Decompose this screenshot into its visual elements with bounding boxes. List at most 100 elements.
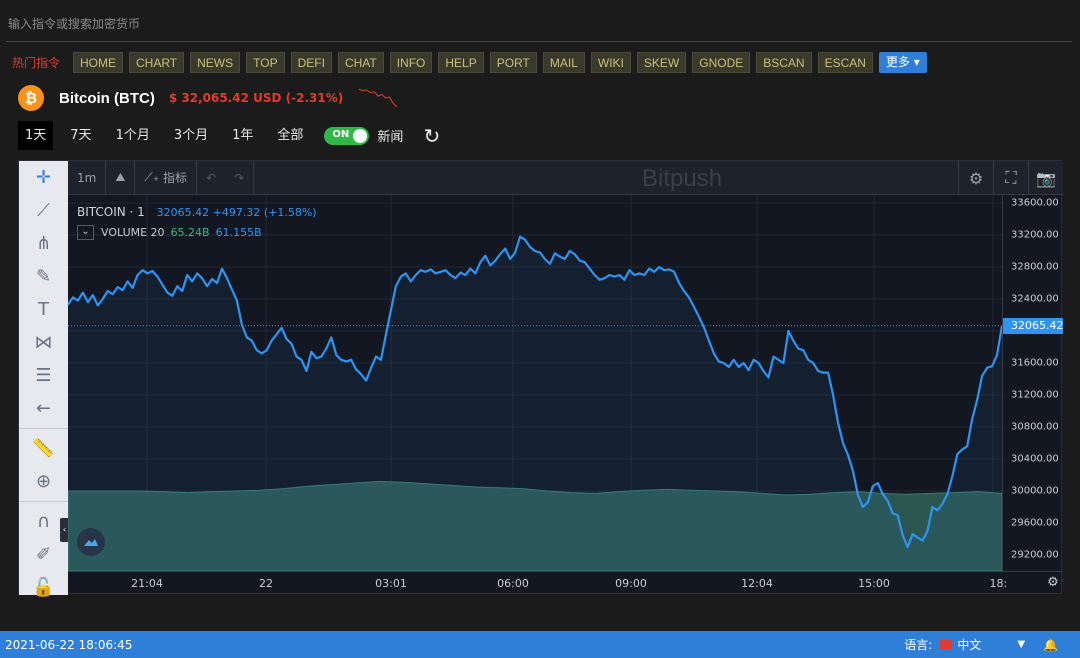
indicators-button[interactable]: ⟋₊ 指标	[135, 160, 197, 195]
notification-bell-icon[interactable]: 🔔	[1043, 638, 1058, 652]
x-tick-label: 09:00	[615, 577, 647, 590]
y-tick-label: 31200.00	[1011, 389, 1059, 401]
news-toggle-label: ON	[332, 128, 350, 140]
camera-snapshot-icon[interactable]: 📷	[1028, 161, 1063, 195]
chart-top-toolbar: 1m ⛰ ⟋₊ 指标 ↶ ↷ Bitpush ⚙ ⛶ 📷	[68, 160, 1063, 195]
prediction-tool-icon[interactable]: ☰	[19, 359, 68, 392]
price-sparkline	[358, 88, 398, 108]
cmd-home-button[interactable]: HOME	[73, 51, 124, 73]
china-flag-icon	[940, 640, 953, 649]
range-1d-button[interactable]: 1天	[18, 121, 54, 150]
command-search[interactable]	[6, 10, 1072, 42]
range-1m-button[interactable]: 1个月	[109, 121, 157, 150]
x-tick-label: 03:01	[375, 577, 407, 590]
volume-legend: ⌄ VOLUME 20 65.24B 61.155B	[77, 225, 262, 240]
x-tick-label: 22	[259, 577, 273, 590]
fork-tool-icon[interactable]: ⋔	[19, 227, 68, 260]
series-symbol: BITCOIN · 1	[77, 205, 145, 219]
lock-drawing-icon[interactable]: ✐	[19, 538, 68, 571]
tool-divider	[19, 501, 68, 502]
settings-gear-icon[interactable]: ⚙	[958, 161, 993, 195]
language-label: 语言:	[904, 638, 933, 652]
x-tick-label: 21:04	[131, 577, 163, 590]
x-tick-label: 12:04	[741, 577, 773, 590]
cmd-help-button[interactable]: HELP	[438, 51, 484, 73]
x-tick-label: 18:	[989, 577, 1008, 590]
cmd-top-button[interactable]: TOP	[246, 51, 285, 73]
more-commands-label: 更多	[885, 54, 910, 69]
status-datetime: 2021-06-22 18:06:45	[5, 637, 133, 652]
collapse-legend-icon[interactable]: ⌄	[77, 225, 94, 240]
cmd-news-button[interactable]: NEWS	[190, 51, 241, 73]
refresh-icon[interactable]: ↻	[423, 124, 440, 148]
news-label: 新闻	[377, 130, 404, 145]
y-tick-label: 32400.00	[1011, 293, 1059, 305]
zoom-in-icon[interactable]: ⊕	[19, 465, 68, 498]
y-tick-label: 32800.00	[1011, 261, 1059, 273]
volume-value-1: 65.24B	[170, 226, 210, 239]
chart-style-icon[interactable]: ⛰	[106, 160, 136, 195]
indicators-icon: ⟋₊	[144, 170, 163, 184]
pattern-tool-icon[interactable]: ⋈	[19, 326, 68, 359]
text-tool-icon[interactable]: T	[19, 293, 68, 326]
trend-line-icon[interactable]: ⟋	[19, 194, 68, 227]
price-axis[interactable]: 33600.0033200.0032800.0032400.0032000.00…	[1002, 195, 1064, 571]
cmd-chart-button[interactable]: CHART	[129, 51, 185, 73]
x-tick-label: 15:00	[858, 577, 890, 590]
cmd-skew-button[interactable]: SKEW	[636, 51, 687, 73]
cmd-gnode-button[interactable]: GNODE	[692, 51, 751, 73]
arrow-left-icon[interactable]: ←	[19, 392, 68, 425]
time-axis[interactable]: ⚙ 21:04 22 03:01 06:00 09:00 12:04 15:00 18:	[68, 571, 1063, 595]
y-tick-label: 30400.00	[1011, 453, 1059, 465]
brush-icon[interactable]: ✎	[19, 260, 68, 293]
cmd-info-button[interactable]: INFO	[389, 51, 433, 73]
hot-commands-bar: 热门指令 HOME CHART NEWS TOP DEFI CHAT INFO …	[12, 51, 927, 73]
bitcoin-logo-icon: ₿	[18, 85, 44, 111]
y-tick-label: 33600.00	[1011, 197, 1059, 209]
y-tick-label: 30000.00	[1011, 485, 1059, 497]
fullscreen-icon[interactable]: ⛶	[993, 161, 1028, 195]
lock-icon[interactable]: 🔓	[19, 571, 68, 604]
cmd-defi-button[interactable]: DEFI	[290, 51, 332, 73]
redo-icon[interactable]: ↷	[225, 160, 255, 195]
range-7d-button[interactable]: 7天	[63, 121, 98, 150]
coin-price: $ 32,065.42 USD (-2.31%)	[168, 91, 344, 105]
cmd-chat-button[interactable]: CHAT	[337, 51, 384, 73]
indicators-label: 指标	[162, 171, 187, 185]
crosshair-icon[interactable]: ✛	[19, 161, 68, 194]
hot-commands-label: 热门指令	[12, 55, 61, 70]
range-1y-button[interactable]: 1年	[225, 121, 260, 150]
coin-name: Bitcoin (BTC)	[59, 89, 155, 107]
interval-button[interactable]: 1m	[68, 160, 107, 195]
language-value[interactable]: 中文	[957, 636, 981, 653]
range-3m-button[interactable]: 3个月	[167, 121, 215, 150]
language-dropdown-icon[interactable]: ▼	[1017, 639, 1025, 650]
volume-label: VOLUME 20	[101, 226, 165, 239]
price-area-fill	[68, 236, 1002, 571]
tool-divider	[19, 428, 68, 429]
more-commands-button[interactable]: 更多 ▾	[878, 51, 927, 73]
volume-value-2: 61.155B	[215, 226, 262, 239]
range-all-button[interactable]: 全部	[270, 121, 310, 150]
chart-widget: ✛ ⟋ ⋔ ✎ T ⋈ ☰ ← 📏 ⊕ ∩ ✐ 🔓 ‹ 1m ⛰ ⟋₊ 指标 ↶…	[18, 160, 1064, 598]
cmd-port-button[interactable]: PORT	[489, 51, 537, 73]
caret-down-icon: ▾	[913, 54, 920, 69]
news-toggle[interactable]: ON	[324, 126, 370, 145]
cmd-bscan-button[interactable]: BSCAN	[756, 51, 812, 73]
tradingview-logo-icon[interactable]	[77, 528, 105, 556]
ruler-icon[interactable]: 📏	[19, 432, 68, 465]
series-legend: BITCOIN · 1 32065.42 +497.32 (+1.58%)	[77, 205, 317, 219]
cmd-mail-button[interactable]: MAIL	[542, 51, 585, 73]
y-tick-label: 33200.00	[1011, 229, 1059, 241]
series-values: 32065.42 +497.32 (+1.58%)	[156, 206, 317, 219]
cmd-escan-button[interactable]: ESCAN	[817, 51, 873, 73]
cmd-wiki-button[interactable]: WIKI	[590, 51, 631, 73]
price-plot-area[interactable]	[68, 195, 1002, 571]
y-tick-label: 31600.00	[1011, 357, 1059, 369]
axis-settings-gear-icon[interactable]: ⚙	[1047, 575, 1059, 590]
y-tick-label: 29600.00	[1011, 517, 1059, 529]
undo-icon[interactable]: ↶	[197, 161, 225, 195]
toggle-knob	[353, 128, 368, 143]
command-search-input[interactable]	[6, 10, 1072, 38]
bitpush-watermark: Bitpush	[642, 165, 723, 192]
